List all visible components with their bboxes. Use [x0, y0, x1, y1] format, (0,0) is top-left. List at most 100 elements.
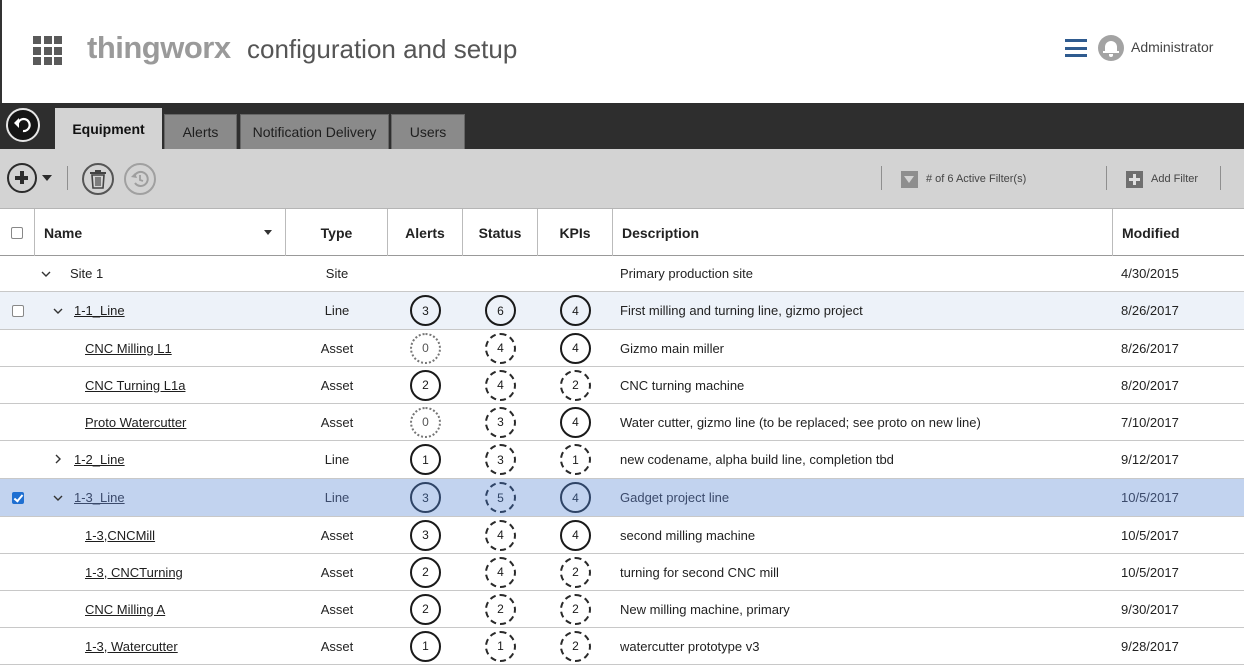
sort-caret-icon[interactable] [264, 230, 272, 235]
type-cell: Asset [320, 527, 354, 543]
alerts-count-badge[interactable]: 1 [410, 444, 441, 475]
equipment-link[interactable]: CNC Milling A [85, 602, 165, 617]
table-row[interactable]: 1-3,CNCMill Asset 3 4 4 second milling machin… [0, 517, 1244, 554]
kpis-count-badge[interactable]: 4 [560, 406, 591, 438]
active-filters[interactable]: # of 6 Active Filter(s) [901, 170, 1026, 188]
alerts-count-badge[interactable]: 3 [410, 482, 441, 513]
tab-notification-delivery[interactable]: Notification Delivery [240, 114, 389, 149]
equipment-link[interactable]: 1-3,CNCMill [85, 528, 155, 543]
select-all-checkbox[interactable] [11, 226, 23, 239]
column-header-status[interactable]: Status [463, 209, 538, 256]
add-button[interactable] [7, 163, 37, 193]
tab-users[interactable]: Users [391, 114, 465, 149]
description-cell: First milling and turning line, gizmo pr… [620, 303, 863, 318]
status-count-badge[interactable]: 3 [485, 406, 516, 438]
status-count-badge[interactable]: 4 [485, 332, 516, 364]
kpis-count-badge[interactable]: 4 [560, 332, 591, 364]
kpis-cell: 4 [538, 517, 613, 553]
column-header-kpis[interactable]: KPIs [538, 209, 613, 256]
status-count-badge[interactable]: 4 [485, 369, 516, 401]
equipment-link[interactable]: CNC Turning L1a [85, 378, 185, 393]
add-dropdown-caret-icon[interactable] [42, 175, 52, 181]
chevron-down-icon[interactable] [52, 304, 64, 318]
status-count-badge[interactable]: 4 [485, 556, 516, 588]
description-cell: turning for second CNC mill [620, 564, 779, 580]
table-row[interactable]: 1-3_Line Line 3 5 4 Gadget project line 10/5/2… [0, 479, 1244, 517]
alerts-cell: 3 [388, 517, 463, 553]
alerts-count-badge[interactable]: 2 [410, 593, 441, 625]
tab-equipment[interactable]: Equipment [55, 108, 162, 149]
column-header-type[interactable]: Type [286, 209, 388, 256]
equipment-link[interactable]: 1-3, Watercutter [85, 639, 178, 654]
status-count-badge[interactable]: 2 [485, 593, 516, 625]
alerts-cell: 2 [388, 367, 463, 403]
table-row[interactable]: Site 1 Site Primary production site 4/30/20… [0, 256, 1244, 292]
table-row[interactable]: CNC Milling L1 Asset 0 4 4 Gizmo main miller 8… [0, 330, 1244, 367]
row-select-cell [0, 292, 35, 329]
alerts-cell: 0 [388, 330, 463, 366]
table-row[interactable]: CNC Milling A Asset 2 2 2 New milling machine… [0, 591, 1244, 628]
equipment-link[interactable]: 1-1_Line [74, 303, 125, 318]
table-row[interactable]: Proto Watercutter Asset 0 3 4 Water cutter, g… [0, 404, 1244, 441]
alerts-count-badge[interactable]: 3 [410, 519, 441, 551]
alerts-count-badge[interactable]: 0 [410, 406, 441, 438]
description-cell: CNC turning machine [620, 377, 745, 393]
chevron-down-icon[interactable] [52, 491, 64, 505]
brand-logo: thingworx [87, 30, 231, 65]
status-count-badge[interactable]: 3 [485, 444, 516, 475]
chevron-down-icon[interactable] [40, 267, 52, 281]
equipment-link[interactable]: Proto Watercutter [85, 415, 186, 430]
kpis-count-badge[interactable]: 2 [560, 556, 591, 588]
status-count-badge[interactable]: 5 [485, 482, 516, 513]
kpis-count-badge[interactable]: 4 [560, 519, 591, 551]
kpis-count-badge[interactable]: 2 [560, 593, 591, 625]
status-cell: 1 [463, 628, 538, 664]
delete-button[interactable] [82, 163, 114, 195]
add-filter-button[interactable]: Add Filter [1126, 170, 1198, 188]
table-row[interactable]: 1-1_Line Line 3 6 4 First milling and turning… [0, 292, 1244, 330]
modified-cell: 10/5/2017 [1121, 490, 1179, 505]
restore-button[interactable] [124, 163, 156, 195]
column-header-modified[interactable]: Modified [1113, 209, 1244, 256]
table-row[interactable]: 1-2_Line Line 1 3 1 new codename, alpha build… [0, 441, 1244, 479]
kpis-count-badge[interactable]: 4 [560, 482, 591, 513]
kpis-count-badge[interactable]: 2 [560, 369, 591, 401]
notification-bell-icon[interactable] [1098, 35, 1124, 61]
table-row[interactable]: 1-3, Watercutter Asset 1 1 2 watercutter prot… [0, 628, 1244, 665]
status-count-badge[interactable]: 1 [485, 630, 516, 662]
equipment-link[interactable]: 1-2_Line [74, 452, 125, 467]
table-row[interactable]: 1-3, CNCTurning Asset 2 4 2 turning for secon… [0, 554, 1244, 591]
column-header-alerts[interactable]: Alerts [388, 209, 463, 256]
column-header-description[interactable]: Description [613, 209, 1113, 256]
alerts-count-badge[interactable]: 0 [410, 332, 441, 364]
kpis-count-badge[interactable]: 1 [560, 444, 591, 475]
column-header-name[interactable]: Name [35, 209, 286, 256]
alerts-count-badge[interactable]: 2 [410, 369, 441, 401]
name-cell: 1-3, Watercutter [85, 628, 286, 664]
tab-alerts[interactable]: Alerts [164, 114, 237, 149]
name-cell: 1-3, CNCTurning [85, 554, 286, 590]
row-checkbox[interactable] [11, 304, 24, 317]
app-launcher-icon[interactable] [33, 36, 62, 65]
alerts-count-badge[interactable]: 1 [410, 630, 441, 662]
name-cell: 1-3,CNCMill [85, 517, 286, 553]
equipment-link[interactable]: CNC Milling L1 [85, 341, 172, 356]
user-name[interactable]: Administrator [1131, 39, 1213, 55]
kpis-count-badge[interactable]: 4 [560, 295, 591, 326]
row-select-cell [0, 591, 35, 627]
row-checkbox[interactable] [11, 491, 24, 504]
menu-icon[interactable] [1065, 39, 1087, 57]
status-count-badge[interactable]: 6 [485, 295, 516, 326]
back-button[interactable] [6, 108, 40, 142]
kpis-count-badge[interactable]: 2 [560, 630, 591, 662]
table-row[interactable]: CNC Turning L1a Asset 2 4 2 CNC turning machi… [0, 367, 1244, 404]
equipment-link[interactable]: 1-3, CNCTurning [85, 565, 183, 580]
kpis-cell: 4 [538, 479, 613, 516]
alerts-count-badge[interactable]: 2 [410, 556, 441, 588]
row-select-cell [0, 628, 35, 664]
status-count-badge[interactable]: 4 [485, 519, 516, 551]
equipment-link[interactable]: 1-3_Line [74, 490, 125, 505]
alerts-count-badge[interactable]: 3 [410, 295, 441, 326]
chevron-right-icon[interactable] [52, 453, 64, 467]
add-filter-label: Add Filter [1151, 173, 1199, 185]
